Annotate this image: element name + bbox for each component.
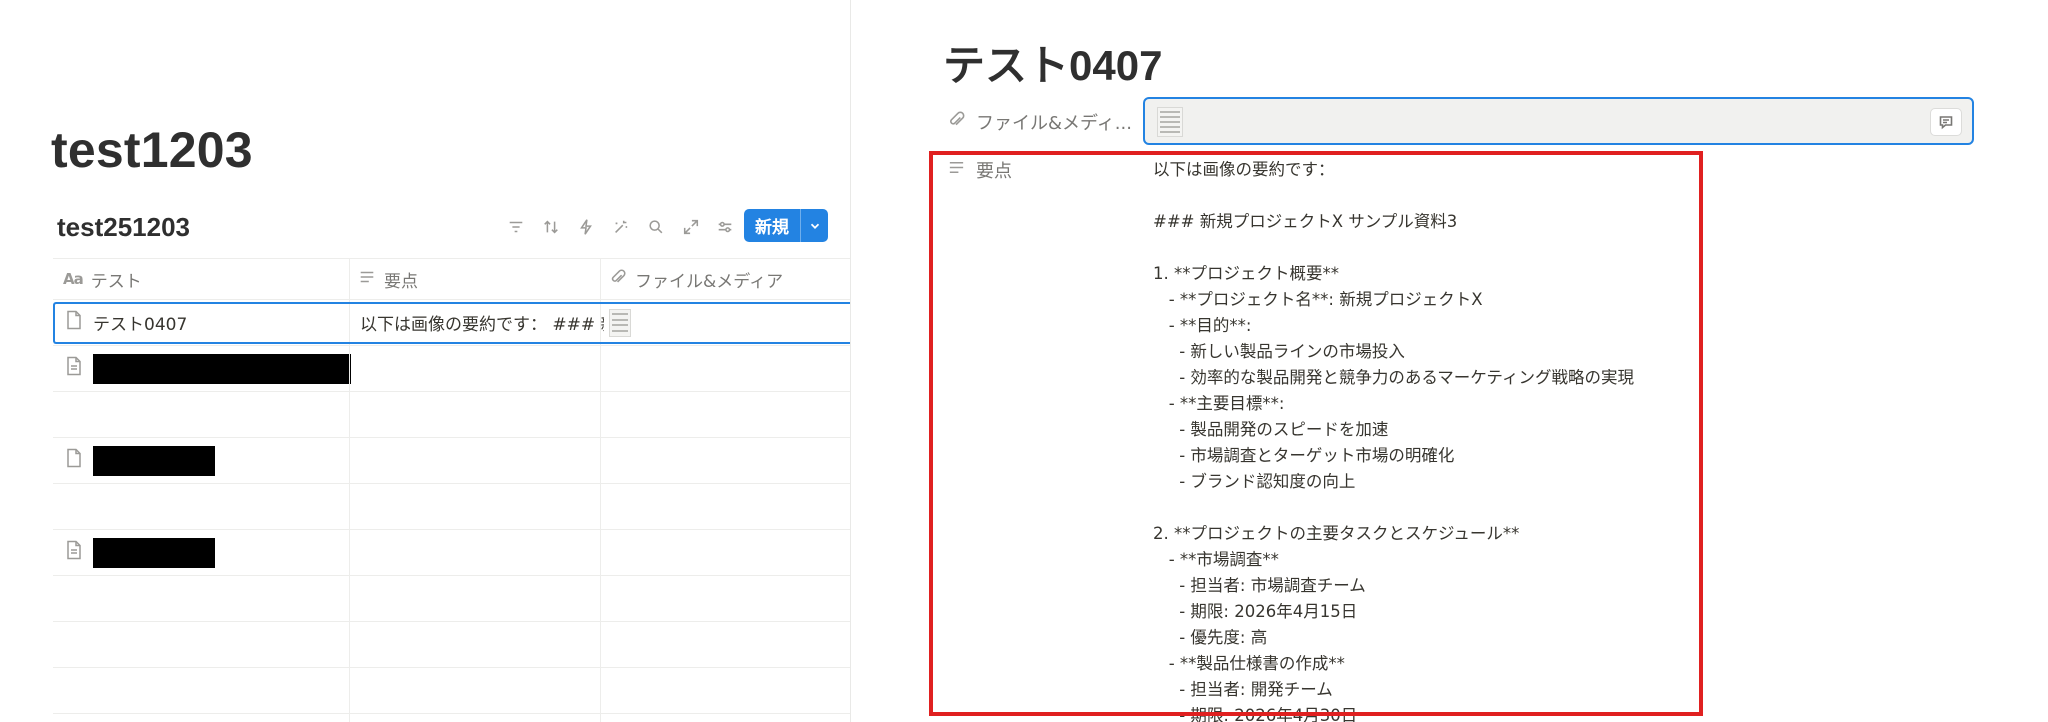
redacted-title: [93, 353, 351, 384]
summary-line: [1153, 495, 1693, 521]
summary-line: - 担当者: 市場調査チーム: [1153, 576, 1366, 595]
summary-line: ### 新規プロジェクトX サンプル資料3: [1153, 212, 1458, 231]
ai-sparkle-icon[interactable]: [610, 216, 632, 238]
summary-line: [1153, 183, 1693, 209]
table-row[interactable]: [53, 346, 850, 392]
summary-line: - 担当者: 開発チーム: [1153, 680, 1333, 699]
summary-line: - 市場調査とターゲット市場の明確化: [1153, 446, 1455, 465]
redacted-title: [93, 537, 215, 568]
summary-line: - 期限: 2026年4月15日: [1153, 602, 1358, 621]
property-label: ファイル&メディ...: [976, 113, 1132, 134]
summary-property-name[interactable]: 要点: [947, 157, 1012, 183]
table-row[interactable]: [53, 530, 850, 576]
page-icon: [65, 448, 83, 473]
table-row[interactable]: [53, 576, 850, 622]
row-title-cell[interactable]: [65, 530, 215, 575]
text-lines-icon: [358, 268, 376, 291]
table-row[interactable]: [53, 622, 850, 668]
table-header: Aa テスト 要点 ファイル&メディア: [53, 258, 850, 300]
column-label: テスト: [90, 271, 142, 292]
summary-line: [1153, 235, 1693, 261]
table-row[interactable]: [53, 438, 850, 484]
file-thumbnail[interactable]: [1157, 107, 1183, 137]
new-button-label[interactable]: 新規: [744, 209, 801, 242]
column-label: 要点: [384, 271, 418, 292]
summary-line: - **主要目標**:: [1153, 394, 1285, 413]
text-lines-icon: [947, 158, 966, 182]
expand-icon[interactable]: [680, 216, 702, 238]
page-icon: [65, 356, 83, 381]
file-property-field[interactable]: [1143, 97, 1974, 145]
summary-text-field[interactable]: 以下は画像の要約です： ### 新規プロジェクトX サンプル資料3 1. **プ…: [1153, 157, 1693, 722]
page-title: test1203: [51, 122, 253, 178]
summary-line: - **プロジェクト名**: 新規プロジェクトX: [1153, 290, 1483, 309]
summary-line: - **市場調査**: [1153, 550, 1279, 569]
summary-line: - 効率的な製品開発と競争力のあるマーケティング戦略の実現: [1153, 368, 1634, 387]
summary-line: - **目的**:: [1153, 316, 1252, 335]
row-title-cell[interactable]: [65, 438, 215, 483]
database-title[interactable]: test251203: [57, 209, 190, 245]
filter-icon[interactable]: [505, 216, 527, 238]
paperclip-icon: [609, 268, 627, 291]
paperclip-icon: [947, 110, 966, 134]
aa-title-icon: Aa: [63, 270, 84, 288]
summary-line: - 製品開発のスピードを加速: [1153, 420, 1389, 439]
peek-page-title[interactable]: テスト0407: [943, 38, 1162, 94]
chevron-down-icon[interactable]: [801, 209, 828, 242]
row-title-cell[interactable]: [65, 346, 351, 391]
database-pane: test1203 test251203 新規 Aa テスト 要点 ファイル&メデ…: [0, 0, 850, 722]
table-row[interactable]: [53, 392, 850, 438]
summary-line: - 優先度: 高: [1153, 628, 1268, 647]
settings-sliders-icon[interactable]: [714, 216, 736, 238]
new-button[interactable]: 新規: [744, 209, 828, 242]
summary-line: - **製品仕様書の作成**: [1153, 654, 1345, 673]
sort-icon[interactable]: [540, 216, 562, 238]
summary-line: - 期限: 2026年4月30日: [1153, 706, 1358, 722]
table-row[interactable]: [53, 668, 850, 714]
summary-line: 以下は画像の要約です：: [1153, 160, 1335, 179]
summary-line: - ブランド認知度の向上: [1153, 472, 1356, 491]
table-row[interactable]: [53, 484, 850, 530]
property-label: 要点: [976, 161, 1012, 182]
summary-line: - 新しい製品ラインの市場投入: [1153, 342, 1405, 361]
redacted-title: [93, 445, 215, 476]
search-icon[interactable]: [645, 216, 667, 238]
selected-row-outline: [53, 302, 850, 344]
peek-pane: テスト0407 ファイル&メディ... 要点 以下は画像の要約です： ### 新…: [851, 0, 2048, 722]
column-header-title[interactable]: Aa テスト: [63, 259, 142, 299]
column-header-files[interactable]: ファイル&メディア: [609, 259, 783, 299]
summary-line: 1. **プロジェクト概要**: [1153, 264, 1339, 283]
column-header-summary[interactable]: 要点: [358, 259, 418, 299]
comment-icon[interactable]: [1930, 108, 1962, 136]
file-property-name[interactable]: ファイル&メディ...: [947, 109, 1132, 135]
page-icon: [65, 540, 83, 565]
summary-line: 2. **プロジェクトの主要タスクとスケジュール**: [1153, 524, 1520, 543]
column-label: ファイル&メディア: [635, 271, 784, 292]
automation-icon[interactable]: [575, 216, 597, 238]
